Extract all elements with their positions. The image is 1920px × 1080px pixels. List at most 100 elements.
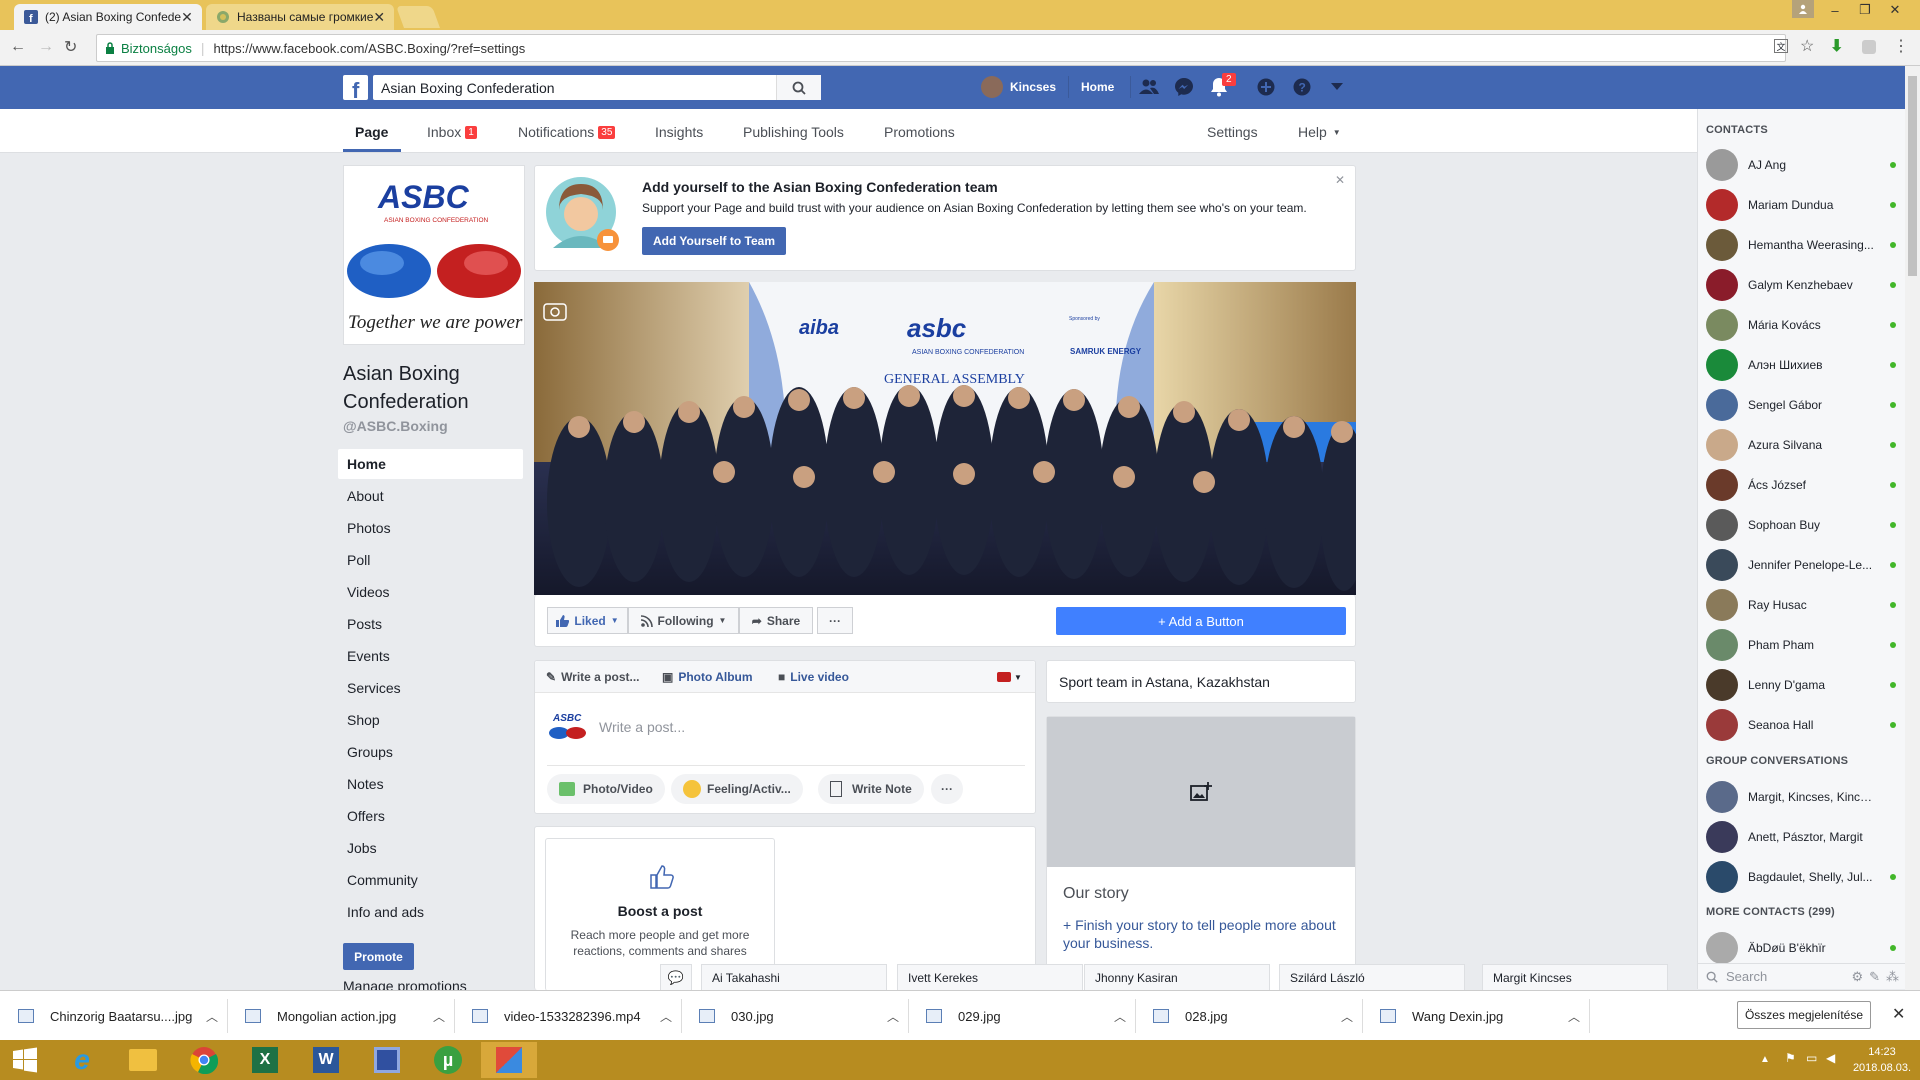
url-text[interactable]: https://www.facebook.com/ASBC.Boxing/?re… xyxy=(213,41,525,56)
forward-icon[interactable]: → xyxy=(38,38,54,56)
translate-icon[interactable]: 文 xyxy=(1774,39,1788,53)
windows-start-icon[interactable] xyxy=(0,1042,50,1078)
left-nav-item[interactable]: Services xyxy=(338,673,523,703)
clock-date[interactable]: 2018.08.03. xyxy=(1848,1062,1916,1074)
chevron-up-icon[interactable]: ︿ xyxy=(1341,1008,1353,1025)
contact-item[interactable]: Lenny D'gama xyxy=(1706,665,1896,705)
download-item[interactable]: 030.jpg ︿ xyxy=(699,1004,899,1028)
download-item[interactable]: Mongolian action.jpg ︿ xyxy=(245,1004,445,1028)
composer-tab-photo-album[interactable]: ▣ Photo Album xyxy=(662,670,753,684)
new-tab-button[interactable] xyxy=(395,6,441,28)
menu-kebab-icon[interactable]: ⋮ xyxy=(1893,36,1909,56)
download-item[interactable]: video-1533282396.mp4 ︿ xyxy=(472,1004,672,1028)
network-icon[interactable]: ▭ xyxy=(1806,1051,1817,1065)
extension-icon[interactable] xyxy=(1862,40,1876,54)
left-nav-item[interactable]: About xyxy=(338,481,523,511)
contact-item[interactable]: Azura Silvana xyxy=(1706,425,1896,465)
chevron-up-icon[interactable]: ︿ xyxy=(1568,1008,1580,1025)
clock-time[interactable]: 14:23 xyxy=(1852,1046,1912,1058)
download-item[interactable]: 029.jpg ︿ xyxy=(926,1004,1126,1028)
chrome-icon[interactable] xyxy=(176,1042,232,1078)
tab-insights[interactable]: Insights xyxy=(655,124,703,140)
story-photo-placeholder[interactable] xyxy=(1047,717,1355,867)
facebook-search-input[interactable]: Asian Boxing Confederation xyxy=(373,75,821,100)
left-nav-item[interactable]: Videos xyxy=(338,577,523,607)
close-window-icon[interactable]: ✕ xyxy=(1880,0,1910,20)
left-nav-item[interactable]: Photos xyxy=(338,513,523,543)
profile-name-link[interactable]: Kincses xyxy=(1010,80,1056,94)
composer-tab-write-post[interactable]: ✎ Write a post... xyxy=(546,670,640,684)
scrollbar-thumb[interactable] xyxy=(1908,76,1917,276)
messenger-icon[interactable] xyxy=(1174,77,1194,97)
cover-photo[interactable]: aiba asbc ASIAN BOXING CONFEDERATION GEN… xyxy=(534,282,1356,595)
create-group-icon[interactable]: ⁂ xyxy=(1886,969,1899,985)
page-scrollbar[interactable] xyxy=(1905,66,1920,990)
chat-tab[interactable]: Jhonny Kasiran xyxy=(1084,964,1270,990)
file-explorer-icon[interactable] xyxy=(115,1042,171,1078)
add-a-button-button[interactable]: + Add a Button xyxy=(1056,607,1346,635)
group-conversation-item[interactable]: Margit, Kincses, Kincses xyxy=(1706,777,1896,817)
left-nav-item[interactable]: Info and ads xyxy=(338,897,523,927)
contact-item[interactable]: Pham Pham xyxy=(1706,625,1896,665)
help-question-icon[interactable]: ? xyxy=(1293,78,1311,96)
word-icon[interactable]: W xyxy=(298,1042,354,1078)
left-nav-item[interactable]: Poll xyxy=(338,545,523,575)
write-note-button[interactable]: Write Note xyxy=(818,774,924,804)
liked-button[interactable]: Liked ▼ xyxy=(547,607,628,634)
chevron-up-icon[interactable]: ︿ xyxy=(206,1008,218,1025)
user-profile-icon[interactable] xyxy=(1792,0,1814,18)
show-all-downloads-button[interactable]: Összes megjelenítése xyxy=(1737,1001,1871,1029)
contact-item[interactable]: ÄbDøü B'ëkhïr xyxy=(1706,928,1896,968)
help-menu[interactable]: Help ▼ xyxy=(1298,124,1341,140)
left-nav-item[interactable]: Notes xyxy=(338,769,523,799)
chat-bubble-icon[interactable]: 💬 xyxy=(660,964,692,990)
contact-item[interactable]: Seanoa Hall xyxy=(1706,705,1896,745)
add-yourself-to-team-button[interactable]: Add Yourself to Team xyxy=(642,227,786,255)
contact-item[interactable]: Mariam Dundua xyxy=(1706,185,1896,225)
group-conversation-item[interactable]: Bagdaulet, Shelly, Jul... xyxy=(1706,857,1896,897)
download-item[interactable]: Wang Dexin.jpg ︿ xyxy=(1380,1004,1580,1028)
home-link[interactable]: Home xyxy=(1081,80,1114,94)
chat-tab[interactable]: Ivett Kerekes xyxy=(897,964,1083,990)
excel-icon[interactable]: X xyxy=(237,1042,293,1078)
minimize-icon[interactable]: – xyxy=(1820,0,1850,20)
chevron-up-icon[interactable]: ︿ xyxy=(887,1008,899,1025)
chevron-up-icon[interactable]: ︿ xyxy=(433,1008,445,1025)
left-nav-item[interactable]: Offers xyxy=(338,801,523,831)
download-item[interactable]: Chinzorig Baatarsu....jpg ︿ xyxy=(18,1004,218,1028)
close-icon[interactable]: ✕ xyxy=(1335,173,1345,187)
tab-publishing-tools[interactable]: Publishing Tools xyxy=(743,124,844,140)
left-nav-item[interactable]: Jobs xyxy=(338,833,523,863)
left-nav-item[interactable]: Posts xyxy=(338,609,523,639)
contact-item[interactable]: AJ Ang xyxy=(1706,145,1896,185)
restore-icon[interactable]: ❐ xyxy=(1850,0,1880,20)
share-button[interactable]: ➦ Share xyxy=(739,607,813,634)
download-arrow-icon[interactable]: ⬇ xyxy=(1830,36,1843,56)
contact-item[interactable]: Mária Kovács xyxy=(1706,305,1896,345)
contact-item[interactable]: Jennifer Penelope-Le... xyxy=(1706,545,1896,585)
more-composer-options[interactable]: ··· xyxy=(931,774,963,804)
chat-tab[interactable]: Szilárd László xyxy=(1279,964,1465,990)
contact-item[interactable]: Ray Husac xyxy=(1706,585,1896,625)
post-input[interactable]: Write a post... xyxy=(599,719,685,735)
finish-story-link[interactable]: + Finish your story to tell people more … xyxy=(1063,916,1343,952)
tab-notifications[interactable]: Notifications 35 xyxy=(518,124,616,140)
flag-icon[interactable]: ⚑ xyxy=(1785,1051,1796,1065)
chevron-up-icon[interactable]: ︿ xyxy=(660,1008,672,1025)
settings-link[interactable]: Settings xyxy=(1207,124,1258,140)
omnibox[interactable]: Biztonságos | https://www.facebook.com/A… xyxy=(96,34,1786,62)
post-as-selector[interactable]: ▼ xyxy=(997,671,1025,683)
chat-tab[interactable]: Ai Takahashi xyxy=(701,964,887,990)
utorrent-icon[interactable]: µ xyxy=(420,1042,476,1078)
left-nav-item[interactable]: Home xyxy=(338,449,523,479)
promote-button[interactable]: Promote xyxy=(343,943,414,970)
friend-requests-icon[interactable] xyxy=(1139,78,1159,96)
close-tab-icon[interactable]: ✕ xyxy=(181,9,193,26)
reload-icon[interactable]: ↻ xyxy=(64,37,77,57)
tab-inbox[interactable]: Inbox 1 xyxy=(427,124,477,140)
browser-tab-active[interactable]: f (2) Asian Boxing Confede ✕ xyxy=(14,4,202,30)
tab-promotions[interactable]: Promotions xyxy=(884,124,955,140)
composer-tab-live-video[interactable]: ■ Live video xyxy=(778,670,849,684)
tray-arrow-icon[interactable]: ▲ xyxy=(1760,1054,1770,1065)
more-options-button[interactable]: ··· xyxy=(817,607,853,634)
